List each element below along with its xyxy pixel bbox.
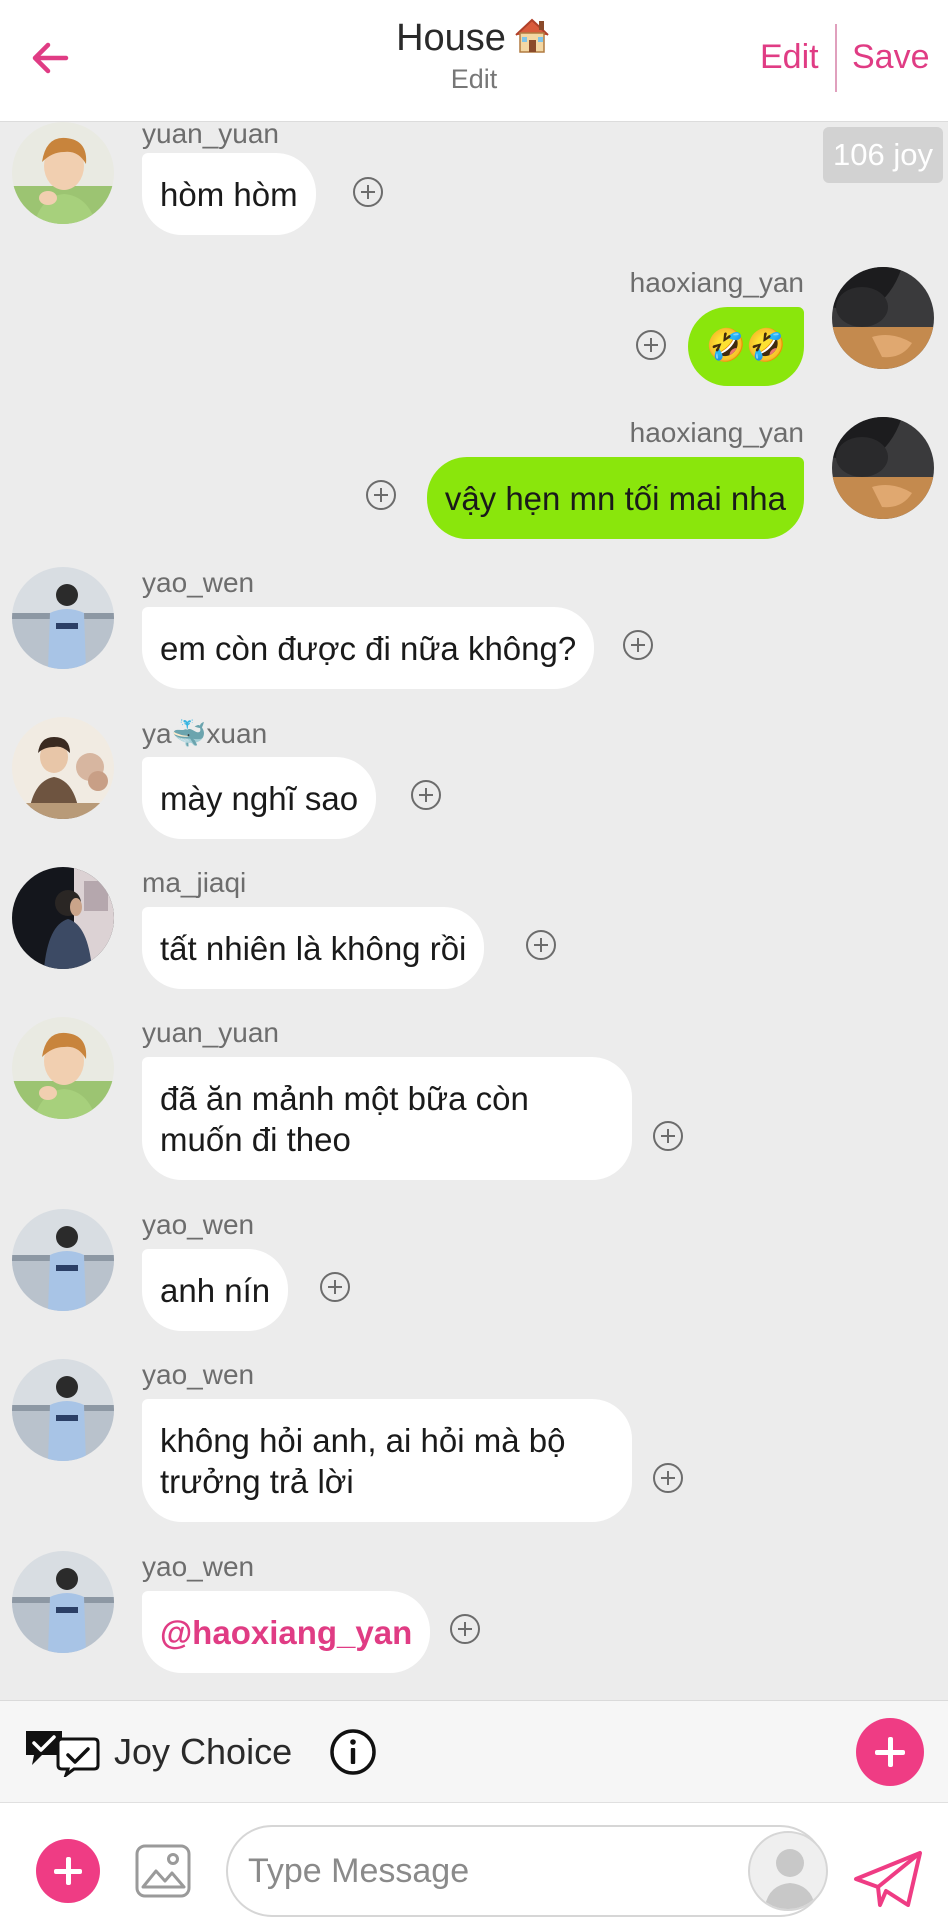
message-bubble[interactable]: tất nhiên là không rồi <box>142 907 485 989</box>
add-attachment-button[interactable] <box>36 1839 100 1903</box>
plus-circle-icon[interactable] <box>411 780 441 810</box>
plus-circle-icon[interactable] <box>623 630 653 660</box>
message-text: mày nghĩ sao <box>160 780 359 817</box>
back-arrow-icon[interactable] <box>26 34 74 82</box>
avatar-yuan-yuan[interactable] <box>12 1017 114 1119</box>
chat-header: House Edit Edit Save <box>0 0 948 122</box>
message-row: yao_wen @haoxiang_yan <box>0 1551 948 1681</box>
sender-name: yao_wen <box>142 567 255 598</box>
user-icon[interactable] <box>748 1831 828 1911</box>
plus-circle-icon[interactable] <box>636 330 666 360</box>
save-button[interactable]: Save <box>852 38 930 77</box>
message-text: vậy hẹn mn tối mai nha <box>444 480 786 517</box>
avatar-yao-wen[interactable] <box>12 567 114 669</box>
message-row: yao_wen em còn được đi nữa không? <box>0 567 948 697</box>
message-bubble[interactable]: 🤣🤣 <box>688 307 804 386</box>
avatar-haoxiang-yan[interactable] <box>832 417 934 519</box>
sender-name: ya🐳xuan <box>142 718 268 749</box>
chat-title: House <box>260 16 688 60</box>
sender-name: yao_wen <box>142 1359 255 1390</box>
message-text: em còn được đi nữa không? <box>160 630 577 667</box>
plus-circle-icon[interactable] <box>526 930 556 960</box>
sender-name: haoxiang_yan <box>629 417 804 448</box>
message-bubble[interactable]: đã ăn mảnh một bữa còn muốn đi theo <box>142 1057 632 1180</box>
joy-choice-label[interactable]: Joy Choice <box>114 1731 292 1773</box>
avatar-ma-jiaqi[interactable] <box>12 867 114 969</box>
message-bubble[interactable]: mày nghĩ sao <box>142 757 377 839</box>
joy-count-badge: 106 joy <box>823 127 943 183</box>
mention-link[interactable]: @haoxiang_yan <box>160 1614 412 1651</box>
message-input-wrapper <box>226 1825 828 1917</box>
message-text-line-2: trưởng trả lời <box>160 1463 354 1500</box>
sender-name: yuan_yuan <box>142 1017 280 1048</box>
plus-circle-icon[interactable] <box>653 1463 683 1493</box>
message-row: yuan_yuan đã ăn mảnh một bữa còn muốn đi… <box>0 1017 948 1187</box>
header-divider <box>835 24 837 92</box>
message-text: hòm hòm <box>160 176 298 213</box>
message-text: anh nín <box>160 1272 271 1309</box>
plus-circle-icon[interactable] <box>653 1121 683 1151</box>
avatar-ya-xuan[interactable] <box>12 717 114 819</box>
avatar-haoxiang-yan[interactable] <box>832 267 934 369</box>
plus-circle-icon[interactable] <box>320 1272 350 1302</box>
title-block[interactable]: House Edit <box>260 16 688 95</box>
sender-name: ma_jiaqi <box>142 867 247 898</box>
message-bubble[interactable]: hòm hòm <box>142 153 316 235</box>
joy-choice-bar: Joy Choice <box>0 1700 948 1802</box>
chat-title-text: House <box>396 17 506 59</box>
avatar-yao-wen[interactable] <box>12 1359 114 1461</box>
plus-circle-icon[interactable] <box>353 177 383 207</box>
message-bubble[interactable]: @haoxiang_yan <box>142 1591 431 1673</box>
send-icon[interactable] <box>852 1849 924 1909</box>
message-row: yao_wen anh nín <box>0 1209 948 1339</box>
chat-subtitle: Edit <box>450 64 498 94</box>
message-row: haoxiang_yan vậy hẹn mn tối mai nha <box>0 417 948 547</box>
sender-name: yao_wen <box>142 1551 255 1582</box>
plus-circle-icon[interactable] <box>366 480 396 510</box>
message-bubble[interactable]: em còn được đi nữa không? <box>142 607 595 689</box>
sender-name: yuan_yuan <box>142 122 280 149</box>
message-composer <box>0 1802 948 1920</box>
message-row: ya🐳xuan mày nghĩ sao <box>0 717 948 847</box>
avatar-yao-wen[interactable] <box>12 1209 114 1311</box>
edit-button[interactable]: Edit <box>760 38 819 77</box>
message-bubble[interactable]: không hỏi anh, ai hỏi mà bộ trưởng trả l… <box>142 1399 632 1522</box>
avatar-yao-wen[interactable] <box>12 1551 114 1653</box>
message-text: tất nhiên là không rồi <box>160 930 467 967</box>
message-row: haoxiang_yan 🤣🤣 <box>0 267 948 397</box>
sender-name: yao_wen <box>142 1209 255 1240</box>
message-text-line-1: đã ăn mảnh một bữa còn <box>160 1080 529 1117</box>
message-bubble[interactable]: vậy hẹn mn tối mai nha <box>426 457 804 539</box>
plus-circle-icon[interactable] <box>450 1614 480 1644</box>
message-bubble[interactable]: anh nín <box>142 1249 289 1331</box>
house-emoji-icon <box>515 18 549 53</box>
message-row: ma_jiaqi tất nhiên là không rồi <box>0 867 948 997</box>
image-icon[interactable] <box>134 1843 192 1899</box>
joy-choice-icon[interactable] <box>22 1725 102 1777</box>
sender-name: haoxiang_yan <box>629 267 804 298</box>
joy-add-button[interactable] <box>856 1718 924 1786</box>
message-text-line-1: không hỏi anh, ai hỏi mà bộ <box>160 1422 566 1459</box>
message-row: yuan_yuan hòm hòm <box>0 122 948 242</box>
message-input[interactable] <box>248 1847 748 1895</box>
message-text-line-2: muốn đi theo <box>160 1121 351 1158</box>
info-icon[interactable] <box>329 1728 377 1776</box>
message-list[interactable]: yuan_yuan hòm hòm haoxiang_yan 🤣🤣 haoxia… <box>0 122 948 1700</box>
emoji-laugh-icon: 🤣🤣 <box>706 327 786 363</box>
avatar-yuan-yuan[interactable] <box>12 122 114 224</box>
message-row: yao_wen không hỏi anh, ai hỏi mà bộ trưở… <box>0 1359 948 1529</box>
